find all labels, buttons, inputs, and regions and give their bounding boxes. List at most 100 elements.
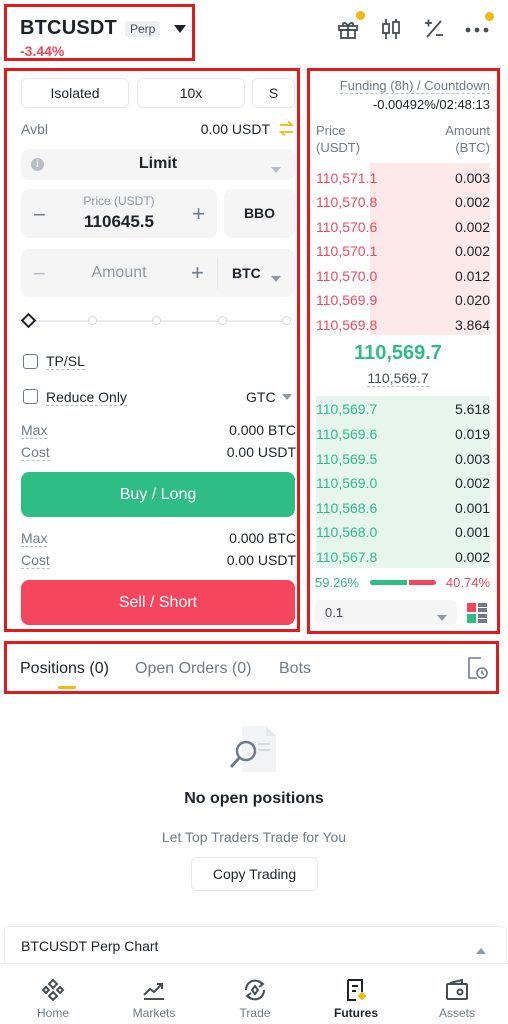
copy-trading-button[interactable]: Copy Trading xyxy=(191,857,318,891)
buy-cost-value: 0.00 USDT xyxy=(226,444,296,460)
caret-down-icon xyxy=(437,609,447,627)
asset-mode-button[interactable]: S xyxy=(252,78,295,108)
order-history-icon[interactable] xyxy=(467,656,489,685)
bid-price: 110,569.6 xyxy=(316,426,378,442)
nav-futures[interactable]: Futures xyxy=(321,978,391,1020)
chart-expander[interactable]: BTCUSDT Perp Chart xyxy=(4,926,507,963)
sell-short-button[interactable]: Sell / Short xyxy=(21,580,295,625)
gift-icon[interactable] xyxy=(336,11,365,46)
bid-row[interactable]: 110,569.5 0.003 xyxy=(316,449,490,469)
bid-amount: 0.002 xyxy=(454,549,490,565)
calculator-icon[interactable] xyxy=(423,18,445,45)
bid-row[interactable]: 110,568.0 0.001 xyxy=(316,522,490,542)
ask-price: 110,570.1 xyxy=(316,243,378,259)
caret-up-icon xyxy=(476,941,486,959)
bid-row[interactable]: 110,569.0 0.002 xyxy=(316,473,490,493)
funding-label[interactable]: Funding (8h) / Countdown xyxy=(339,78,490,94)
margin-mode-button[interactable]: Isolated xyxy=(21,78,129,108)
ask-row[interactable]: 110,569.8 3.864 xyxy=(316,315,490,335)
amount-slider[interactable] xyxy=(20,312,295,330)
nav-trade[interactable]: Trade xyxy=(220,978,290,1020)
bid-price: 110,567.8 xyxy=(316,549,378,565)
precision-select[interactable]: 0.1 xyxy=(315,600,457,625)
ask-row[interactable]: 110,570.6 0.002 xyxy=(316,217,490,237)
price-input-value: 110645.5 xyxy=(84,212,154,231)
candlestick-chart-icon[interactable] xyxy=(380,17,402,46)
bid-amount: 0.019 xyxy=(454,426,490,442)
notification-dot xyxy=(356,11,365,20)
bid-row[interactable]: 110,569.7 5.618 xyxy=(316,399,490,419)
order-type-value: Limit xyxy=(138,155,178,172)
ask-price: 110,570.8 xyxy=(316,194,378,210)
buy-max-label: Max xyxy=(21,422,48,439)
bid-row[interactable]: 110,567.8 0.002 xyxy=(316,547,490,567)
slider-mark[interactable] xyxy=(282,316,291,325)
price-input-label: Price (USDT) xyxy=(83,194,155,208)
orderbook-layout-icon[interactable] xyxy=(467,603,487,628)
nav-markets[interactable]: Markets xyxy=(119,978,189,1020)
transfer-icon[interactable] xyxy=(278,120,295,142)
empty-subtitle: Let Top Traders Trade for You xyxy=(161,829,347,845)
plus-icon[interactable]: + xyxy=(191,260,204,286)
nav-assets[interactable]: Assets xyxy=(422,978,492,1020)
amount-placeholder: Amount xyxy=(91,264,147,281)
caret-down-icon xyxy=(281,393,292,400)
ask-price: 110,570.6 xyxy=(316,219,378,235)
home-icon xyxy=(41,978,65,1002)
nav-home[interactable]: Home xyxy=(18,978,88,1020)
buy-cost-label: Cost xyxy=(21,444,50,461)
amount-input[interactable]: − Amount + BTC xyxy=(21,249,295,297)
time-in-force-select[interactable]: GTC xyxy=(246,389,292,405)
ask-price: 110,569.8 xyxy=(316,317,378,333)
tpsl-label[interactable]: TP/SL xyxy=(46,353,85,370)
more-menu-icon[interactable] xyxy=(465,12,494,41)
slider-mark[interactable] xyxy=(218,316,227,325)
caret-down-icon xyxy=(174,20,187,38)
nav-trade-label: Trade xyxy=(239,1006,271,1020)
bid-price: 110,569.0 xyxy=(316,475,378,491)
chart-expander-label: BTCUSDT Perp Chart xyxy=(21,938,159,954)
amount-unit-select[interactable]: BTC xyxy=(232,265,261,281)
active-tab-indicator xyxy=(58,686,76,689)
order-type-select[interactable]: i Limit xyxy=(21,149,295,180)
price-input[interactable]: − Price (USDT) 110645.5 + xyxy=(21,189,217,238)
sell-max-label: Max xyxy=(21,530,48,547)
tab-positions[interactable]: Positions (0) xyxy=(20,660,109,678)
ask-row[interactable]: 110,570.0 0.012 xyxy=(316,266,490,286)
bid-row[interactable]: 110,568.6 0.001 xyxy=(316,498,490,518)
amount-column-title: Amount xyxy=(445,123,490,138)
slider-mark[interactable] xyxy=(152,316,161,325)
price-column-header: Price (USDT) xyxy=(316,122,360,156)
tpsl-checkbox[interactable] xyxy=(23,354,38,369)
mark-price: 110,569.7 xyxy=(316,370,480,388)
mark-price-value: 110,569.7 xyxy=(367,370,429,387)
plus-icon[interactable]: + xyxy=(192,201,205,227)
ask-row[interactable]: 110,571.1 0.003 xyxy=(316,168,490,188)
bbo-button[interactable]: BBO xyxy=(224,189,295,238)
price-change-percent: -3.44% xyxy=(20,43,65,59)
slider-handle[interactable] xyxy=(20,312,37,329)
slider-mark[interactable] xyxy=(88,316,97,325)
symbol-selector[interactable]: BTCUSDT Perp xyxy=(20,17,187,40)
trade-exchange-icon xyxy=(244,979,266,1001)
leverage-button[interactable]: 10x xyxy=(137,78,245,108)
ask-amount: 0.002 xyxy=(454,219,490,235)
nav-assets-label: Assets xyxy=(438,1006,475,1020)
copy-trading-label: Copy Trading xyxy=(212,866,297,882)
price-column-title: Price xyxy=(316,123,346,138)
ask-row[interactable]: 110,570.8 0.002 xyxy=(316,192,490,212)
bid-row[interactable]: 110,569.6 0.019 xyxy=(316,424,490,444)
buy-sell-ratio-bar xyxy=(370,580,436,585)
reduce-only-label[interactable]: Reduce Only xyxy=(46,389,127,406)
bid-amount: 0.001 xyxy=(454,524,490,540)
buy-long-button[interactable]: Buy / Long xyxy=(21,472,295,517)
ask-row[interactable]: 110,569.9 0.020 xyxy=(316,290,490,310)
reduce-only-checkbox[interactable] xyxy=(23,389,38,404)
tab-open-orders[interactable]: Open Orders (0) xyxy=(135,660,251,678)
sell-ratio: 40.74% xyxy=(445,575,490,590)
bid-amount: 0.002 xyxy=(454,475,490,491)
last-price: 110,569.7 xyxy=(354,342,442,364)
tab-bots[interactable]: Bots xyxy=(279,660,311,678)
ask-row[interactable]: 110,570.1 0.002 xyxy=(316,241,490,261)
ask-amount: 3.864 xyxy=(454,317,490,333)
